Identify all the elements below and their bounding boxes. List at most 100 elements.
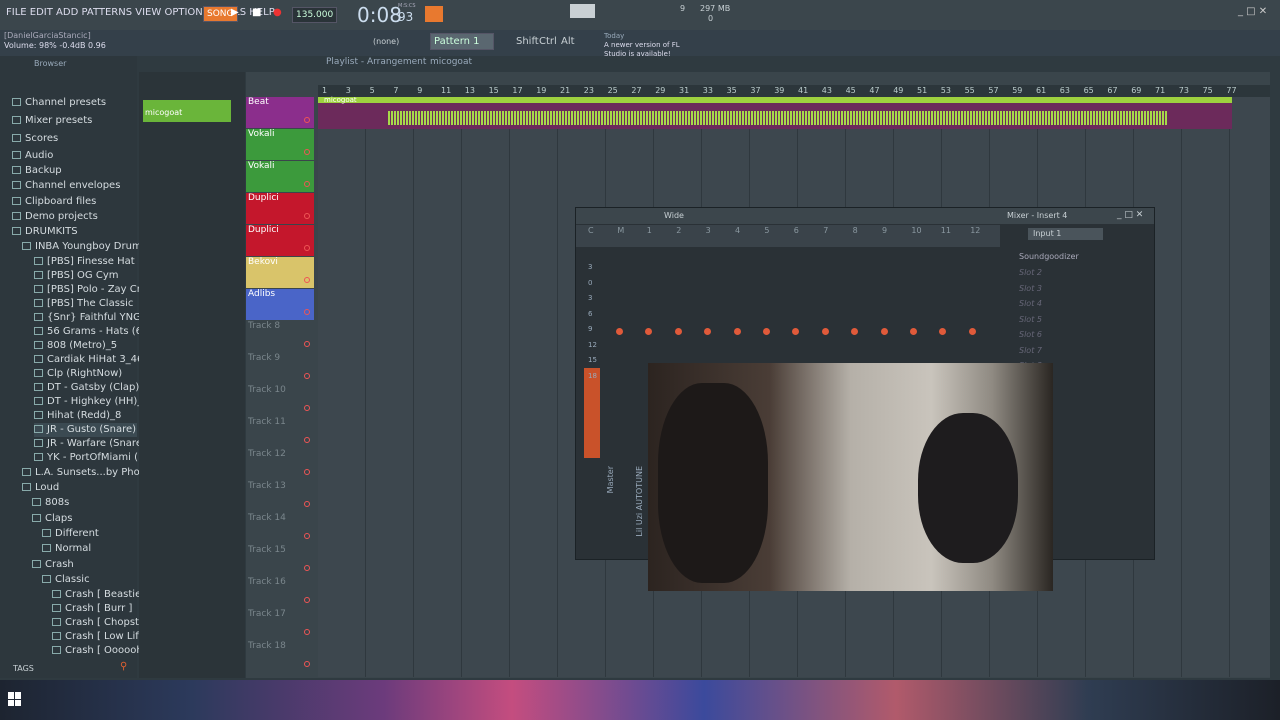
track-mute-icon[interactable] (304, 405, 310, 411)
track-mute-icon[interactable] (304, 533, 310, 539)
window-controls[interactable]: _ □ ✕ (1238, 6, 1267, 17)
browser-item[interactable]: Crash [ Oooooh ] (52, 644, 150, 658)
stop-icon[interactable]: ■ (252, 7, 261, 18)
track-header[interactable]: Track 9 (246, 353, 314, 384)
windows-start-icon[interactable] (8, 692, 22, 706)
track-mute-icon[interactable] (304, 309, 310, 315)
track-header[interactable]: Duplici (246, 225, 314, 256)
track-mute-icon[interactable] (304, 661, 310, 667)
mixer-send-knob[interactable] (821, 328, 829, 335)
menu-file[interactable]: FILE (6, 7, 27, 18)
mixer-channel-number[interactable]: 12 (970, 226, 980, 235)
browser-item[interactable]: {Snr} Faithful YNG (34, 311, 141, 325)
mixer-channel-number[interactable]: 10 (911, 226, 921, 235)
effect-slot[interactable]: Slot 5 (1019, 315, 1042, 324)
stereo-wide-label[interactable]: Wide (664, 211, 684, 220)
mixer-send-knob[interactable] (910, 328, 917, 335)
track-mute-icon[interactable] (304, 373, 310, 379)
search-icon[interactable]: ⚲ (120, 661, 127, 672)
tempo-display[interactable]: 135.000 (292, 7, 338, 23)
browser-item[interactable]: JR - Warfare (Snare) (34, 437, 146, 451)
browser-item[interactable]: Different (42, 527, 137, 541)
browser-item[interactable]: [PBS] The Classic (34, 297, 137, 311)
browser-item[interactable]: DT - Highkey (HH)_2 (34, 395, 149, 409)
menu-add[interactable]: ADD (56, 7, 78, 18)
browser-item[interactable]: Hihat (Redd)_8 (34, 409, 137, 423)
none-selector[interactable]: (none) (373, 37, 399, 46)
pattern-song-toggle-icon[interactable] (425, 6, 443, 22)
track-mute-icon[interactable] (304, 501, 310, 507)
track-header[interactable]: Track 10 (246, 385, 314, 416)
track-header[interactable]: Adlibs (246, 289, 314, 320)
browser-item[interactable]: Crash [ Beastie ] (52, 588, 148, 602)
track-mute-icon[interactable] (304, 117, 310, 123)
mixer-channel-number[interactable]: M (617, 226, 624, 235)
track-mute-icon[interactable] (304, 437, 310, 443)
menu-edit[interactable]: EDIT (30, 7, 53, 18)
browser-item[interactable]: 56 Grams - Hats (6)_10 (34, 325, 164, 339)
track-header[interactable]: Vokali (246, 129, 314, 160)
record-icon[interactable]: ● (273, 7, 282, 18)
track-mute-icon[interactable] (304, 565, 310, 571)
mixer-channel-label[interactable]: Master (606, 466, 628, 493)
track-header[interactable]: Beat (246, 97, 314, 128)
track-mute-icon[interactable] (304, 277, 310, 283)
track-mute-icon[interactable] (304, 341, 310, 347)
browser-item[interactable]: DT - Gatsby (Clap) (34, 381, 139, 395)
mixer-channel-number[interactable]: 3 (706, 226, 711, 235)
track-header[interactable]: Track 18 (246, 641, 314, 672)
track-mute-icon[interactable] (304, 181, 310, 187)
browser-item[interactable]: Scores (12, 132, 137, 146)
track-header[interactable]: Track 17 (246, 609, 314, 640)
track-header[interactable]: Track 16 (246, 577, 314, 608)
mixer-channel-number[interactable]: 5 (764, 226, 769, 235)
browser-item[interactable]: Loud (22, 481, 137, 495)
browser-item[interactable]: 808 (Metro)_5 (34, 339, 137, 353)
browser-item[interactable]: Clp (RightNow) (34, 367, 137, 381)
effect-slot[interactable]: Slot 2 (1019, 268, 1042, 277)
browser-item[interactable]: Crash [ Chopstar ] (52, 616, 156, 630)
browser-item[interactable]: Channel presets (12, 96, 137, 110)
track-header[interactable]: Track 15 (246, 545, 314, 576)
browser-item[interactable]: DRUMKITS (12, 225, 137, 239)
mixer-send-knob[interactable] (851, 328, 859, 335)
menu-view[interactable]: VIEW (135, 7, 161, 18)
audio-clip[interactable]: micogoat (318, 96, 1232, 129)
browser-item[interactable]: 808s (32, 496, 137, 510)
picker-pattern[interactable]: micogoat (143, 100, 231, 122)
track-mute-icon[interactable] (304, 149, 310, 155)
mixer-channel-number[interactable]: 2 (676, 226, 681, 235)
effect-slot[interactable]: Slot 4 (1019, 299, 1042, 308)
browser-item[interactable]: Cardiak HiHat 3_46 (34, 353, 143, 367)
input-selector[interactable]: Input 1 (1028, 228, 1103, 240)
browser-item[interactable]: [PBS] Polo - Zay Crash_3 (34, 283, 170, 297)
shift-button[interactable]: Shift (516, 36, 539, 47)
browser-item[interactable]: Crash [ Burr ] (52, 602, 137, 616)
mixer-channel-number[interactable]: 9 (882, 226, 887, 235)
mixer-send-knob[interactable] (704, 328, 712, 335)
browser-item[interactable]: Audio (12, 149, 137, 163)
track-header[interactable]: Track 13 (246, 481, 314, 512)
track-header[interactable]: Duplici (246, 193, 314, 224)
mixer-send-knob[interactable] (939, 328, 947, 335)
track-mute-icon[interactable] (304, 213, 310, 219)
browser-item[interactable]: [PBS] Finesse Hat (34, 255, 137, 269)
news-message[interactable]: A newer version of FL Studio is availabl… (604, 41, 694, 59)
master-volume-slider[interactable] (570, 4, 595, 18)
mixer-channel-number[interactable]: C (588, 226, 594, 235)
mixer-channel-number[interactable]: 6 (794, 226, 799, 235)
browser-item[interactable]: Clipboard files (12, 195, 137, 209)
browser-item[interactable]: JR - Gusto (Snare) (34, 423, 137, 437)
ctrl-button[interactable]: Ctrl (539, 36, 557, 47)
track-mute-icon[interactable] (304, 629, 310, 635)
mixer-window-controls[interactable]: _ □ ✕ (1117, 210, 1143, 220)
effect-slot[interactable]: Slot 3 (1019, 284, 1042, 293)
browser-item[interactable]: Crash [ Low Life ] (52, 630, 152, 644)
pattern-selector[interactable]: Pattern 1 (430, 33, 494, 50)
browser-item[interactable]: Normal (42, 542, 137, 556)
alt-button[interactable]: Alt (561, 36, 575, 47)
mixer-channel-number[interactable]: 8 (853, 226, 858, 235)
mixer-send-knob[interactable] (763, 328, 770, 335)
browser-item[interactable]: Demo projects (12, 210, 137, 224)
menu-patterns[interactable]: PATTERNS (81, 7, 132, 18)
